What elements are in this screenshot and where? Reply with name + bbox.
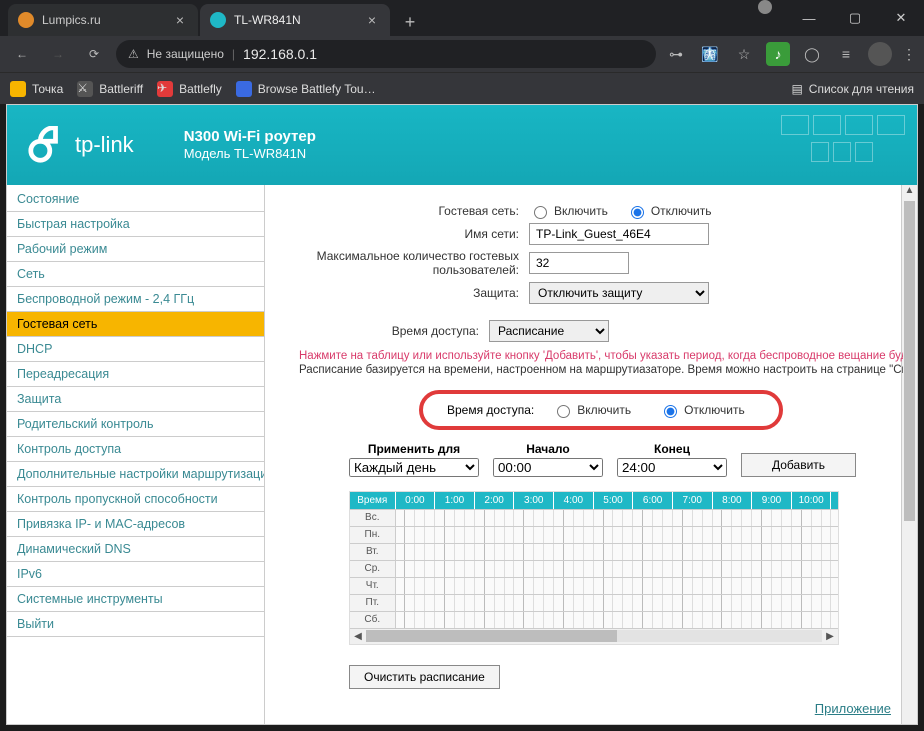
bookmark-battlefly[interactable]: ✈Battlefly	[157, 81, 222, 97]
end-select[interactable]: 24:00	[617, 458, 727, 477]
key-icon[interactable]: ⊶	[664, 42, 688, 66]
horizontal-scrollbar[interactable]: ◀▶	[350, 628, 838, 644]
forward-button[interactable]: →	[44, 40, 72, 68]
tplink-logo: tp-link	[27, 126, 134, 164]
bookmark-tochka[interactable]: Точка	[10, 81, 63, 97]
kebab-icon[interactable]: ⋮	[902, 46, 916, 63]
start-select[interactable]: 00:00	[493, 458, 603, 477]
browser-tab-lumpics[interactable]: Lumpics.ru ×	[8, 4, 198, 36]
sidebar-item-0[interactable]: Состояние	[7, 187, 264, 212]
header-decoration	[779, 113, 907, 167]
browser-tab-router[interactable]: TL-WR841N ×	[200, 4, 390, 36]
end-header: Конец	[617, 442, 727, 456]
router-header: tp-link N300 Wi-Fi роутер Модель TL-WR84…	[7, 105, 917, 185]
highlight-label: Время доступа:	[447, 403, 534, 417]
ext-list-icon[interactable]: ≡	[834, 42, 858, 66]
add-button[interactable]: Добавить	[741, 453, 856, 477]
tab-title: TL-WR841N	[234, 13, 301, 27]
reading-list-button[interactable]: ▤ Список для чтения	[791, 82, 914, 96]
guest-net-label: Гостевая сеть:	[269, 204, 529, 218]
url-text: 192.168.0.1	[243, 46, 317, 62]
sidebar-item-12[interactable]: Контроль пропускной способности	[7, 487, 264, 512]
omnibox[interactable]: ⚠ Не защищено | 192.168.0.1	[116, 40, 656, 68]
main-panel: ▲ Гостевая сеть: Включить Отключить Имя …	[265, 185, 917, 724]
sidebar-item-17[interactable]: Выйти	[7, 612, 264, 637]
sidebar-item-2[interactable]: Рабочий режим	[7, 237, 264, 262]
ssid-input[interactable]	[529, 223, 709, 245]
app-link[interactable]: Приложение	[815, 701, 891, 716]
close-icon[interactable]: ×	[172, 12, 188, 28]
ssid-label: Имя сети:	[269, 227, 529, 241]
sidebar-item-1[interactable]: Быстрая настройка	[7, 212, 264, 237]
access-time-highlight: Время доступа: Включить Отключить	[419, 390, 783, 430]
access-time-select[interactable]: Расписание	[489, 320, 609, 342]
list-icon: ▤	[791, 82, 802, 96]
sidebar-item-4[interactable]: Беспроводной режим - 2,4 ГГц	[7, 287, 264, 312]
sidebar-nav: СостояниеБыстрая настройкаРабочий режимС…	[7, 185, 265, 724]
favicon-lumpics	[18, 12, 34, 28]
security-text: Не защищено	[147, 47, 224, 61]
ext-green-icon[interactable]: ♪	[766, 42, 790, 66]
sidebar-item-8[interactable]: Защита	[7, 387, 264, 412]
bookmark-battlefy[interactable]: Browse Battlefy Tou…	[236, 81, 376, 97]
sidebar-item-14[interactable]: Динамический DNS	[7, 537, 264, 562]
close-icon[interactable]: ×	[364, 12, 380, 28]
access-enable-radio[interactable]: Включить	[552, 402, 631, 418]
window-minimize[interactable]: —	[786, 0, 832, 36]
access-disable-radio[interactable]: Отключить	[659, 402, 745, 418]
reload-button[interactable]: ⟳	[80, 40, 108, 68]
sidebar-item-6[interactable]: DHCP	[7, 337, 264, 362]
max-users-input[interactable]	[529, 252, 629, 274]
sidebar-item-10[interactable]: Контроль доступа	[7, 437, 264, 462]
tab-title: Lumpics.ru	[42, 13, 101, 27]
insecure-icon: ⚠	[128, 47, 139, 61]
profile-avatar[interactable]	[868, 42, 892, 66]
security-label: Защита:	[269, 286, 529, 300]
access-time-label: Время доступа:	[269, 324, 489, 338]
schedule-grid[interactable]: Время0:001:002:003:004:005:006:007:008:0…	[349, 491, 839, 645]
bookmark-battleriff[interactable]: ⚔Battleriff	[77, 81, 143, 97]
clear-schedule-button[interactable]: Очистить расписание	[349, 665, 500, 689]
star-icon[interactable]: ☆	[732, 42, 756, 66]
back-button[interactable]: ←	[8, 40, 36, 68]
guest-disable-radio[interactable]: Отключить	[626, 203, 712, 219]
sidebar-item-3[interactable]: Сеть	[7, 262, 264, 287]
favicon-router	[210, 12, 226, 28]
ext-circle-icon[interactable]: ◯	[800, 42, 824, 66]
shield-icon	[758, 0, 772, 14]
sidebar-item-13[interactable]: Привязка IP- и MAC-адресов	[7, 512, 264, 537]
sidebar-item-11[interactable]: Дополнительные настройки маршрутизации	[7, 462, 264, 487]
sidebar-item-7[interactable]: Переадресация	[7, 362, 264, 387]
schedule-note-1: Нажмите на таблицу или используйте кнопк…	[299, 350, 903, 362]
sidebar-item-15[interactable]: IPv6	[7, 562, 264, 587]
start-header: Начало	[493, 442, 603, 456]
browser-address-bar: ← → ⟳ ⚠ Не защищено | 192.168.0.1 ⊶ 🩻 ☆ …	[0, 36, 924, 72]
new-tab-button[interactable]: +	[396, 8, 424, 36]
router-model: N300 Wi-Fi роутер Модель TL-WR841N	[184, 127, 316, 163]
guest-enable-radio[interactable]: Включить	[529, 203, 608, 219]
apply-for-header: Применить для	[349, 442, 479, 456]
window-close[interactable]: ✕	[878, 0, 924, 36]
bookmarks-bar: Точка ⚔Battleriff ✈Battlefly Browse Batt…	[0, 72, 924, 104]
apply-for-select[interactable]: Каждый день	[349, 458, 479, 477]
sidebar-item-9[interactable]: Родительский контроль	[7, 412, 264, 437]
browser-tabstrip: Lumpics.ru × TL-WR841N × + — ▢ ✕	[0, 0, 924, 36]
sidebar-item-5[interactable]: Гостевая сеть	[7, 312, 264, 337]
security-select[interactable]: Отключить защиту	[529, 282, 709, 304]
schedule-note-2: Расписание базируется на времени, настро…	[299, 364, 903, 376]
sidebar-item-16[interactable]: Системные инструменты	[7, 587, 264, 612]
window-maximize[interactable]: ▢	[832, 0, 878, 36]
page-content: tp-link N300 Wi-Fi роутер Модель TL-WR84…	[6, 104, 918, 725]
translate-icon[interactable]: 🩻	[698, 42, 722, 66]
max-users-label: Максимальное количество гостевых пользов…	[269, 249, 529, 278]
